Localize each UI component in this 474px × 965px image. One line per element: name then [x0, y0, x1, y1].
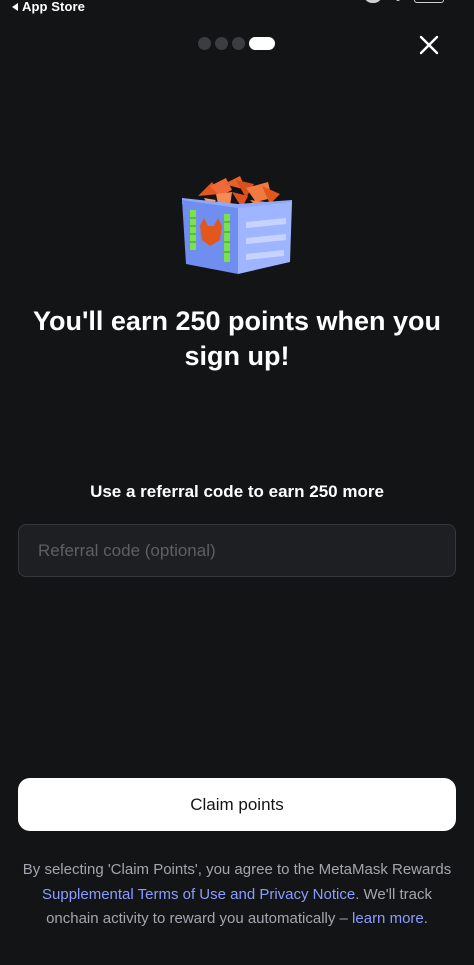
referral-prompt: Use a referral code to earn 250 more — [90, 482, 384, 501]
location-icon — [396, 0, 400, 1]
legal-notice: By selecting 'Claim Points', you agree t… — [14, 858, 460, 932]
legal-text-before: By selecting 'Claim Points', you agree t… — [22, 861, 452, 878]
claim-points-button[interactable]: Claim points — [18, 778, 456, 831]
rewards-box-illustration — [176, 174, 298, 282]
progress-dot-3 — [232, 37, 245, 50]
page-title: You'll earn 250 points when you sign up! — [33, 306, 441, 371]
back-app-label: App Store — [22, 0, 86, 14]
back-to-app-store[interactable]: App Store — [12, 0, 85, 14]
learn-more-link[interactable]: learn more. — [352, 910, 428, 927]
close-icon — [419, 35, 439, 55]
referral-code-input[interactable] — [18, 524, 456, 577]
onboarding-progress — [198, 37, 275, 50]
progress-dot-2 — [215, 37, 228, 50]
progress-dot-4-active — [249, 37, 275, 50]
terms-link[interactable]: Supplemental Terms of Use and Privacy No… — [42, 886, 359, 903]
battery-icon — [414, 0, 444, 3]
status-indicators — [364, 0, 444, 3]
back-caret-icon — [12, 3, 18, 11]
close-button[interactable] — [416, 32, 442, 58]
progress-dot-1 — [198, 37, 211, 50]
status-bar: App Store — [0, 0, 474, 16]
signal-icon — [364, 0, 382, 3]
